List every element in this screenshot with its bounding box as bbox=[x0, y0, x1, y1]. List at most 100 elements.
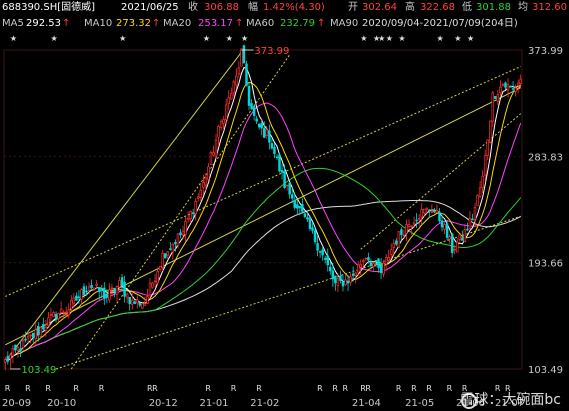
candle-body bbox=[240, 48, 243, 67]
candle-body bbox=[438, 211, 441, 222]
x-tick-label: 20-12 bbox=[149, 398, 178, 409]
candle-body bbox=[164, 253, 167, 259]
candle-body bbox=[395, 240, 398, 245]
trend-line bbox=[70, 54, 291, 370]
candle-body bbox=[161, 252, 164, 268]
candle-body bbox=[458, 234, 462, 240]
candle-body bbox=[389, 249, 393, 255]
candle-body bbox=[250, 103, 253, 110]
candle-body bbox=[197, 196, 200, 199]
low-price-label: 103.49 bbox=[21, 365, 56, 376]
candle-body bbox=[260, 123, 263, 129]
ma90-label: MA90 bbox=[330, 18, 359, 29]
candle-body bbox=[184, 221, 187, 235]
candle-body bbox=[445, 223, 449, 238]
candle-body bbox=[400, 229, 403, 235]
x-tick-label: 21-02 bbox=[250, 398, 279, 409]
candle-body bbox=[70, 300, 73, 310]
r-marker: R bbox=[411, 384, 417, 393]
candle-body bbox=[26, 335, 30, 339]
candle-body bbox=[219, 120, 223, 128]
candle-body bbox=[483, 155, 487, 176]
candle-body bbox=[402, 234, 406, 237]
change-value: 1.42%(4.30) bbox=[263, 2, 325, 13]
candle-body bbox=[100, 289, 103, 291]
candle-body bbox=[336, 278, 340, 286]
r-marker: R bbox=[365, 384, 371, 393]
ma20-line bbox=[5, 102, 522, 361]
star-marker: ★ bbox=[203, 34, 210, 43]
candle-body bbox=[473, 207, 477, 220]
quote-date: 2021/06/25 bbox=[121, 2, 179, 13]
r-marker: R bbox=[231, 384, 237, 393]
ma90-value: 2020/09/04-2021/07/09(204日) bbox=[362, 18, 518, 29]
candle-body bbox=[237, 67, 241, 75]
candle-body bbox=[288, 182, 291, 195]
ma60-arrow-icon: ↑ bbox=[317, 18, 326, 29]
r-marker: R bbox=[256, 384, 262, 393]
candle-body bbox=[105, 294, 109, 298]
y-tick-label: 283.83 bbox=[528, 152, 563, 163]
candle-body bbox=[62, 311, 65, 314]
change-label: 幅 bbox=[248, 2, 258, 13]
candle-body bbox=[11, 348, 15, 357]
x-tick-label: 21-04 bbox=[352, 398, 381, 409]
candle-body bbox=[153, 280, 157, 283]
candle-body bbox=[230, 93, 233, 100]
candle-body bbox=[283, 171, 286, 188]
candle-body bbox=[141, 303, 144, 309]
candle-body bbox=[443, 224, 446, 230]
candle-body bbox=[511, 88, 515, 90]
r-marker: R bbox=[73, 384, 79, 393]
candle-body bbox=[486, 139, 489, 156]
candle-body bbox=[405, 224, 408, 234]
r-marker: R bbox=[99, 384, 105, 393]
candle-body bbox=[430, 210, 434, 213]
candle-body bbox=[90, 285, 93, 289]
candle-body bbox=[77, 296, 81, 299]
close-label: 收 bbox=[188, 2, 198, 13]
x-tick-label: 21-05 bbox=[405, 398, 434, 409]
chart-window: 688390.SH[固德威] 2021/06/25 收 306.88 幅 1.4… bbox=[0, 0, 569, 411]
y-tick-label: 373.99 bbox=[528, 46, 563, 57]
candle-body bbox=[362, 260, 365, 263]
candle-body bbox=[496, 94, 500, 102]
candle-body bbox=[130, 299, 134, 305]
avg-label: 均 bbox=[518, 2, 528, 13]
trend-line bbox=[5, 87, 521, 346]
r-marker: R bbox=[205, 384, 211, 393]
candle-body bbox=[313, 230, 317, 243]
candlestick-chart[interactable]: 373.99 103.49 373.99 283.83 193.66 103.49 20-0… bbox=[0, 30, 569, 411]
ma5-value: 292.53 bbox=[26, 18, 61, 29]
candle-body bbox=[95, 283, 98, 286]
low-label: 低 bbox=[462, 2, 472, 13]
candle-body bbox=[415, 219, 418, 222]
candle-body bbox=[85, 290, 88, 293]
candle-body bbox=[298, 206, 302, 209]
candle-body bbox=[407, 224, 411, 227]
candle-body bbox=[499, 86, 502, 94]
candle-body bbox=[397, 231, 401, 248]
candle-body bbox=[356, 264, 360, 273]
candle-body bbox=[47, 317, 50, 326]
candle-body bbox=[344, 279, 347, 285]
r-marker: R bbox=[343, 384, 349, 393]
candle-body bbox=[123, 282, 126, 297]
candle-body bbox=[519, 78, 522, 85]
candle-body bbox=[181, 230, 185, 236]
candle-body bbox=[349, 276, 352, 283]
trend-line bbox=[4, 52, 242, 362]
candle-body bbox=[120, 277, 124, 287]
candle-body bbox=[316, 243, 319, 251]
candle-body bbox=[275, 156, 279, 159]
candle-body bbox=[92, 287, 96, 290]
candle-body bbox=[255, 118, 258, 122]
candle-body bbox=[423, 208, 426, 214]
candle-body bbox=[351, 273, 355, 276]
candle-body bbox=[87, 286, 91, 291]
plot-frame bbox=[3, 49, 523, 370]
candle-body bbox=[72, 297, 76, 304]
y-tick-label: 193.66 bbox=[528, 259, 563, 270]
candle-body bbox=[24, 338, 27, 341]
candle-body bbox=[509, 86, 512, 88]
